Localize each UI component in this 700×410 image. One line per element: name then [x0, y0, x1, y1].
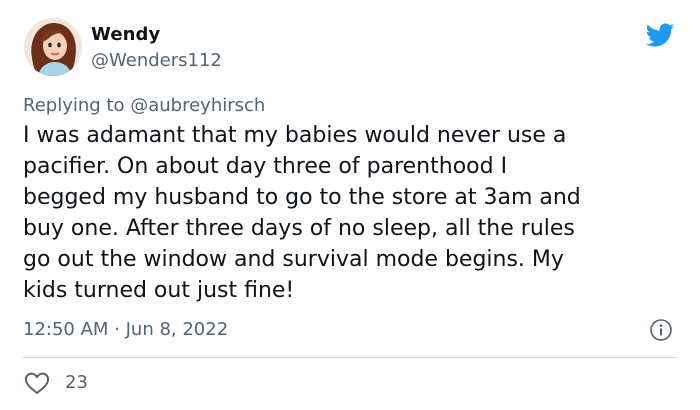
- user-handle[interactable]: @Wenders112: [91, 50, 222, 71]
- info-icon[interactable]: [649, 318, 673, 342]
- tweet-body-line: kids turned out just fine!: [23, 278, 295, 303]
- tweet-body-line: begged my husband to go to the store at …: [23, 185, 581, 210]
- tweet-card: Wendy @Wenders112 Replying to @aubreyhir…: [0, 0, 700, 410]
- avatar-image: [24, 18, 82, 76]
- tweet-body-line: I was adamant that my babies would never…: [23, 123, 567, 148]
- display-name[interactable]: Wendy: [91, 24, 160, 45]
- tweet-timestamp[interactable]: 12:50 AM · Jun 8, 2022: [23, 319, 228, 340]
- reply-prefix: Replying to: [23, 95, 125, 116]
- reply-context: Replying to @aubreyhirsch: [23, 95, 265, 116]
- tweet-body: I was adamant that my babies would never…: [23, 120, 683, 306]
- tweet-body-line: buy one. After three days of no sleep, a…: [23, 216, 575, 241]
- tweet-body-line: pacifier. On about day three of parentho…: [23, 154, 508, 179]
- divider: [23, 357, 677, 358]
- avatar[interactable]: [24, 18, 82, 76]
- like-count: 23: [65, 372, 88, 393]
- reply-mention-link[interactable]: @aubreyhirsch: [130, 95, 265, 116]
- twitter-bird-icon[interactable]: [643, 20, 676, 50]
- heart-icon[interactable]: [23, 369, 51, 397]
- tweet-body-line: go out the window and survival mode begi…: [23, 247, 564, 272]
